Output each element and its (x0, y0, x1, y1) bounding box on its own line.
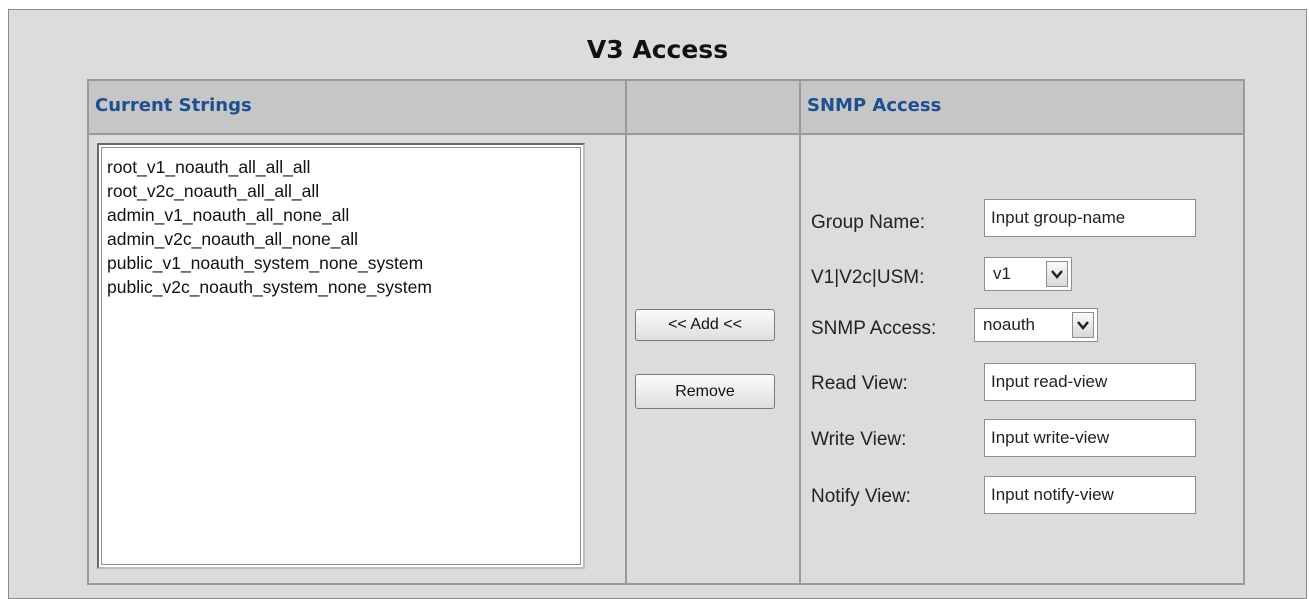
group-name-input[interactable]: Input group-name (984, 199, 1196, 237)
list-item[interactable]: admin_v2c_noauth_all_none_all (107, 227, 583, 251)
write-view-label: Write View: (811, 429, 907, 450)
list-item[interactable]: public_v1_noauth_system_none_system (107, 251, 583, 275)
middle-header (627, 81, 799, 133)
actions-cell: << Add << Remove (627, 135, 799, 583)
add-button[interactable]: << Add << (635, 309, 775, 341)
snmp-access-select[interactable]: noauth (974, 308, 1098, 342)
list-item[interactable]: root_v2c_noauth_all_all_all (107, 179, 583, 203)
version-select[interactable]: v1 (984, 257, 1072, 291)
list-item[interactable]: public_v2c_noauth_system_none_system (107, 275, 583, 299)
current-strings-header: Current Strings (89, 81, 625, 133)
list-item[interactable]: admin_v1_noauth_all_none_all (107, 203, 583, 227)
notify-view-input[interactable]: Input notify-view (984, 476, 1196, 514)
version-label: V1|V2c|USM: (811, 267, 925, 288)
snmp-access-label: SNMP Access: (811, 318, 937, 339)
current-strings-header-label: Current Strings (95, 95, 252, 116)
write-view-input[interactable]: Input write-view (984, 419, 1196, 457)
chevron-down-icon[interactable] (1046, 261, 1068, 287)
group-name-label: Group Name: (811, 212, 926, 233)
snmp-access-cell: Group Name: Input group-name V1|V2c|USM:… (801, 135, 1243, 583)
v3-access-panel: Current Strings SNMP Access root_v1_noau… (87, 79, 1245, 585)
remove-button[interactable]: Remove (635, 374, 775, 409)
notify-view-label: Notify View: (811, 486, 911, 507)
snmp-access-header: SNMP Access (801, 81, 1243, 133)
page-title: V3 Access (586, 35, 729, 64)
read-view-label: Read View: (811, 373, 908, 394)
read-view-input[interactable]: Input read-view (984, 363, 1196, 401)
page-container: V3 Access Current Strings SNMP Access ro… (8, 9, 1307, 599)
current-strings-listbox[interactable]: root_v1_noauth_all_all_all root_v2c_noau… (97, 143, 585, 569)
snmp-access-select-value: noauth (983, 315, 1035, 334)
snmp-access-header-label: SNMP Access (807, 95, 942, 116)
current-strings-cell: root_v1_noauth_all_all_all root_v2c_noau… (89, 135, 625, 583)
version-select-value: v1 (993, 264, 1011, 283)
list-item[interactable]: root_v1_noauth_all_all_all (107, 155, 583, 179)
chevron-down-icon[interactable] (1072, 312, 1094, 338)
